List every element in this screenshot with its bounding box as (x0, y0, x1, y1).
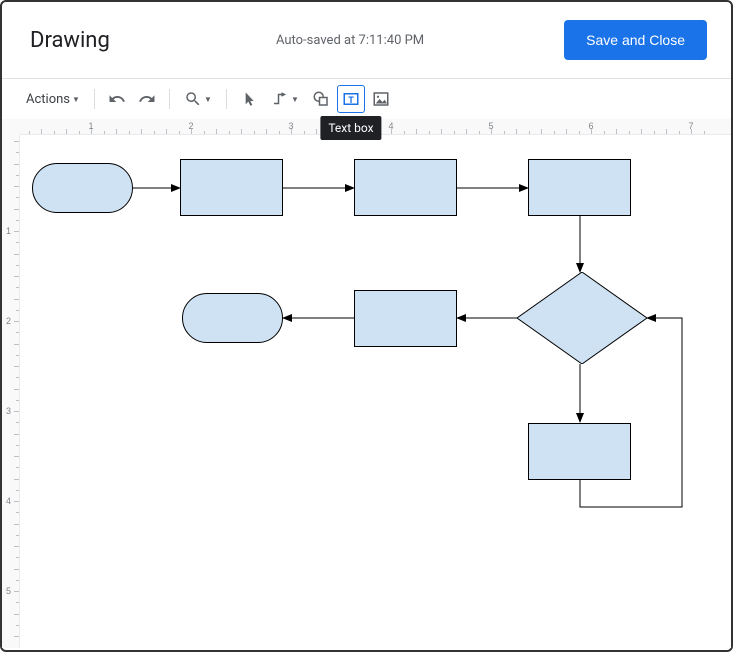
shape-tool-button[interactable] (307, 85, 335, 113)
save-and-close-button[interactable]: Save and Close (564, 20, 707, 60)
ruler-label: 3 (6, 406, 11, 416)
line-tool-button[interactable]: ▼ (265, 85, 305, 113)
line-icon (271, 90, 289, 108)
vertical-ruler[interactable]: 1 2 3 4 5 (2, 135, 20, 648)
shape-icon (312, 90, 330, 108)
toolbar-separator (94, 89, 95, 109)
textbox-icon: T (342, 90, 360, 108)
ruler-label: 5 (6, 586, 11, 596)
ruler-label: 4 (6, 496, 11, 506)
dialog-header: Drawing Auto-saved at 7:11:40 PM Save an… (2, 2, 731, 79)
svg-text:T: T (348, 96, 354, 106)
actions-menu-button[interactable]: Actions ▼ (20, 88, 86, 111)
undo-icon (108, 90, 126, 108)
toolbar-separator (226, 89, 227, 109)
ruler-label: 1 (6, 226, 11, 236)
redo-icon (138, 90, 156, 108)
ruler-label: 2 (6, 316, 11, 326)
actions-label: Actions (26, 92, 70, 107)
image-tool-button[interactable] (367, 85, 395, 113)
cursor-icon (241, 91, 257, 107)
process-shape[interactable] (528, 159, 631, 216)
autosave-status: Auto-saved at 7:11:40 PM (276, 33, 424, 48)
textbox-tool-button[interactable]: T Text box (337, 85, 365, 113)
select-tool-button[interactable] (235, 85, 263, 113)
process-shape[interactable] (528, 423, 631, 480)
decision-shape[interactable] (517, 272, 647, 364)
caret-down-icon: ▼ (204, 95, 212, 104)
zoom-button[interactable]: ▼ (178, 85, 218, 113)
process-shape[interactable] (354, 290, 457, 347)
toolbar: Actions ▼ ▼ ▼ T Text box (2, 79, 731, 119)
tooltip: Text box (320, 116, 381, 140)
dialog-title: Drawing (30, 28, 110, 53)
caret-down-icon: ▼ (291, 95, 299, 104)
process-shape[interactable] (180, 159, 283, 216)
terminator-shape[interactable] (32, 163, 133, 213)
toolbar-separator (169, 89, 170, 109)
redo-button[interactable] (133, 85, 161, 113)
process-shape[interactable] (354, 159, 457, 216)
image-icon (372, 90, 390, 108)
drawing-canvas[interactable] (20, 135, 731, 648)
zoom-icon (184, 90, 202, 108)
terminator-shape[interactable] (182, 293, 283, 343)
caret-down-icon: ▼ (72, 95, 80, 104)
ruler-area: 1 2 3 4 5 6 7 1 2 3 4 5 (2, 119, 731, 648)
undo-button[interactable] (103, 85, 131, 113)
